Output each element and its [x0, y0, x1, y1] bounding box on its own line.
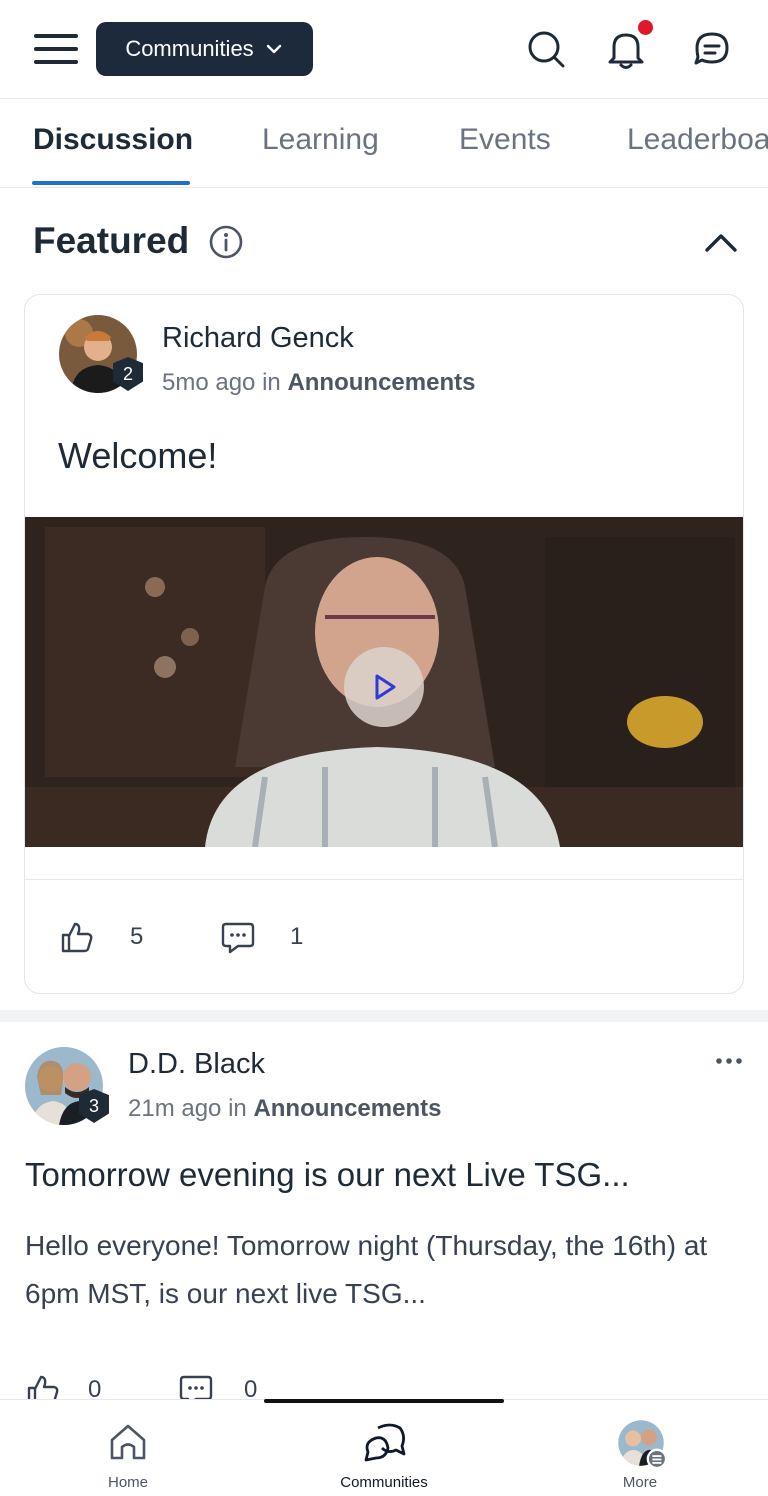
tab-events[interactable]: Events — [459, 123, 551, 157]
post-category-link[interactable]: Announcements — [253, 1095, 441, 1122]
like-count: 5 — [130, 923, 144, 950]
search-icon[interactable] — [523, 26, 569, 72]
nav-label-more: More — [622, 1474, 658, 1491]
play-icon — [375, 674, 396, 700]
post-meta: 21m ago in Announcements — [128, 1095, 441, 1123]
community-switcher-button[interactable]: Communities — [96, 22, 313, 76]
section-divider — [0, 1010, 768, 1022]
notification-dot — [638, 20, 653, 35]
bottom-navigation: Home Communities More — [0, 1399, 768, 1496]
post-category-link[interactable]: Announcements — [287, 369, 475, 396]
post-meta: 5mo ago in Announcements — [162, 369, 475, 397]
post-time: 21m ago — [128, 1095, 222, 1122]
chevron-down-icon — [266, 44, 281, 54]
post-author[interactable]: Richard Genck — [162, 322, 354, 355]
home-icon — [110, 1424, 146, 1460]
comment-count: 1 — [290, 923, 304, 950]
top-bar: Communities — [0, 0, 768, 99]
section-title-featured: Featured — [33, 220, 190, 261]
post-in-word: in — [228, 1095, 247, 1122]
chat-icon[interactable] — [689, 26, 735, 72]
nav-more[interactable]: More — [560, 1400, 720, 1496]
divider — [25, 879, 743, 880]
tab-leaderboard[interactable]: Leaderboa — [627, 123, 768, 157]
profile-avatar — [618, 1420, 666, 1468]
post-time: 5mo ago — [162, 369, 256, 396]
play-button[interactable] — [344, 647, 424, 727]
more-options-icon[interactable] — [714, 1052, 744, 1070]
community-tabs: Discussion Learning Events Leaderboa — [0, 99, 768, 188]
nav-communities[interactable]: Communities — [304, 1400, 464, 1496]
nav-home[interactable]: Home — [48, 1400, 208, 1496]
tab-learning[interactable]: Learning — [262, 123, 379, 157]
tab-discussion[interactable]: Discussion — [33, 123, 193, 157]
featured-post-card[interactable]: 2 Richard Genck 5mo ago in Announcements… — [24, 294, 744, 994]
home-indicator — [264, 1399, 504, 1403]
info-icon[interactable] — [208, 224, 244, 260]
chevron-up-icon[interactable] — [702, 226, 740, 258]
community-switcher-label: Communities — [125, 36, 254, 61]
video-thumbnail[interactable] — [25, 517, 743, 848]
post-body[interactable]: Hello everyone! Tomorrow night (Thursday… — [25, 1222, 725, 1318]
like-icon[interactable] — [59, 919, 95, 955]
nav-label-communities: Communities — [340, 1474, 428, 1491]
post-title[interactable]: Tomorrow evening is our next Live TSG... — [25, 1156, 630, 1194]
menu-icon[interactable] — [34, 34, 78, 66]
active-tab-indicator — [32, 181, 190, 185]
communities-icon — [364, 1423, 406, 1462]
post-title[interactable]: Welcome! — [58, 435, 217, 477]
nav-label-home: Home — [107, 1474, 148, 1491]
post-author[interactable]: D.D. Black — [128, 1048, 265, 1081]
comment-icon[interactable] — [220, 919, 256, 955]
post-in-word: in — [262, 369, 281, 396]
